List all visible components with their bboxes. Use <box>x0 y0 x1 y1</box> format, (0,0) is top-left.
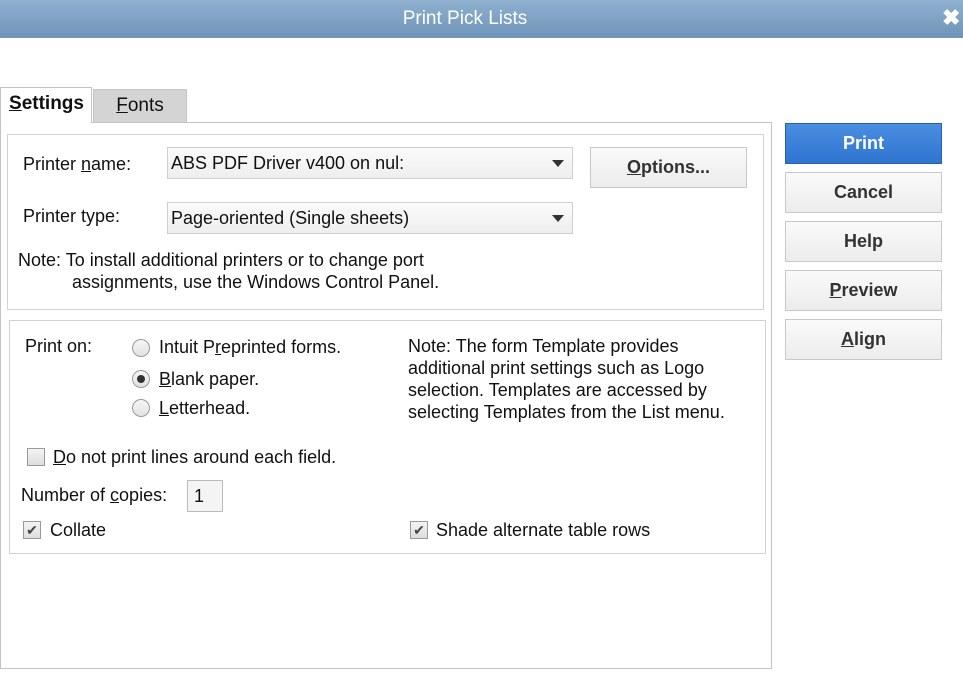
copies-label-key: c <box>110 485 120 505</box>
cancel-button[interactable]: Cancel <box>785 172 942 213</box>
tab-settings[interactable]: Settings <box>0 87 92 123</box>
tab-fonts-label: onts <box>127 95 164 116</box>
no-lines-checkbox[interactable] <box>27 448 45 466</box>
radio-letterhead-label-key: L <box>159 398 170 418</box>
print-button[interactable]: Print <box>785 123 942 164</box>
options-button-label: ptions... <box>641 157 710 177</box>
printer-note-line2: assignments, use the Windows Control Pan… <box>72 272 440 292</box>
radio-blank-paper-label[interactable]: Blank paper. <box>159 369 259 390</box>
cancel-button-label: Cancel <box>833 182 894 202</box>
template-note-line1: Note: The form Template provides <box>408 336 679 356</box>
preview-button-label-key: P <box>829 280 842 300</box>
copies-input[interactable]: 1 <box>187 480 223 512</box>
printer-name-select[interactable]: ABS PDF Driver v400 on nul: <box>167 147 573 179</box>
radio-letterhead[interactable] <box>132 399 150 417</box>
no-lines-label-key: D <box>53 447 66 467</box>
radio-letterhead-label[interactable]: Letterhead. <box>159 398 250 419</box>
preview-button[interactable]: Preview <box>785 270 942 311</box>
printer-name-label-post: ame: <box>91 154 132 174</box>
collate-label[interactable]: Collate <box>50 520 106 541</box>
printer-name-value: ABS PDF Driver v400 on nul: <box>171 153 405 173</box>
copies-label-post: opies: <box>119 485 168 505</box>
template-note-line2: additional print settings such as Logo <box>408 358 705 378</box>
no-lines-label-post: o not print lines around each field. <box>66 447 337 467</box>
radio-preprinted[interactable] <box>132 339 150 357</box>
printer-type-select[interactable]: Page-oriented (Single sheets) <box>167 202 573 234</box>
copies-label: Number of copies: <box>21 485 167 506</box>
tab-settings-label: ettings <box>21 93 84 114</box>
printer-name-label-key: n <box>81 154 92 174</box>
radio-preprinted-label-post: eprinted forms. <box>221 337 342 357</box>
printer-type-value: Page-oriented (Single sheets) <box>171 208 410 228</box>
print-button-label: Print <box>842 133 884 153</box>
align-button[interactable]: Align <box>785 319 942 360</box>
radio-preprinted-label[interactable]: Intuit Preprinted forms. <box>159 337 341 358</box>
printer-name-label-pre: Printer <box>23 154 82 174</box>
printer-name-label: Printer name: <box>23 154 131 175</box>
radio-letterhead-label-post: etterhead. <box>169 398 251 418</box>
radio-blank-paper-label-key: B <box>159 369 172 389</box>
align-button-label: lign <box>854 329 886 349</box>
close-icon[interactable]: ✖ <box>942 5 960 31</box>
radio-blank-paper-label-post: lank paper. <box>171 369 260 389</box>
chevron-down-icon <box>552 215 564 222</box>
preview-button-label: review <box>841 280 898 300</box>
radio-blank-paper[interactable] <box>132 370 150 388</box>
template-note-line3: selection. Templates are accessed by <box>408 380 707 400</box>
help-button[interactable]: Help <box>785 221 942 262</box>
options-button[interactable]: Options... <box>590 147 747 188</box>
copies-label-pre: Number of <box>21 485 111 505</box>
window-title: Print Pick Lists <box>402 8 528 29</box>
align-button-label-key: A <box>841 329 854 349</box>
options-button-label-key: O <box>626 157 641 177</box>
printer-note-line1: Note: To install additional printers or … <box>18 250 424 270</box>
printer-type-label: Printer type: <box>23 206 121 226</box>
no-lines-label[interactable]: Do not print lines around each field. <box>53 447 336 468</box>
collate-checkbox[interactable]: ✔ <box>23 521 41 539</box>
chevron-down-icon <box>552 160 564 167</box>
tab-fonts-label-key: F <box>116 95 128 116</box>
shade-rows-checkbox[interactable]: ✔ <box>410 521 428 539</box>
help-button-label: Help <box>843 231 883 251</box>
shade-rows-label[interactable]: Shade alternate table rows <box>436 520 650 541</box>
template-note-line4: selecting Templates from the List menu. <box>408 402 725 422</box>
tab-fonts[interactable]: Fonts <box>93 89 187 123</box>
print-on-label: Print on: <box>25 336 93 356</box>
tab-settings-label-key: S <box>9 93 22 114</box>
radio-preprinted-label-pre: Intuit P <box>159 337 216 357</box>
